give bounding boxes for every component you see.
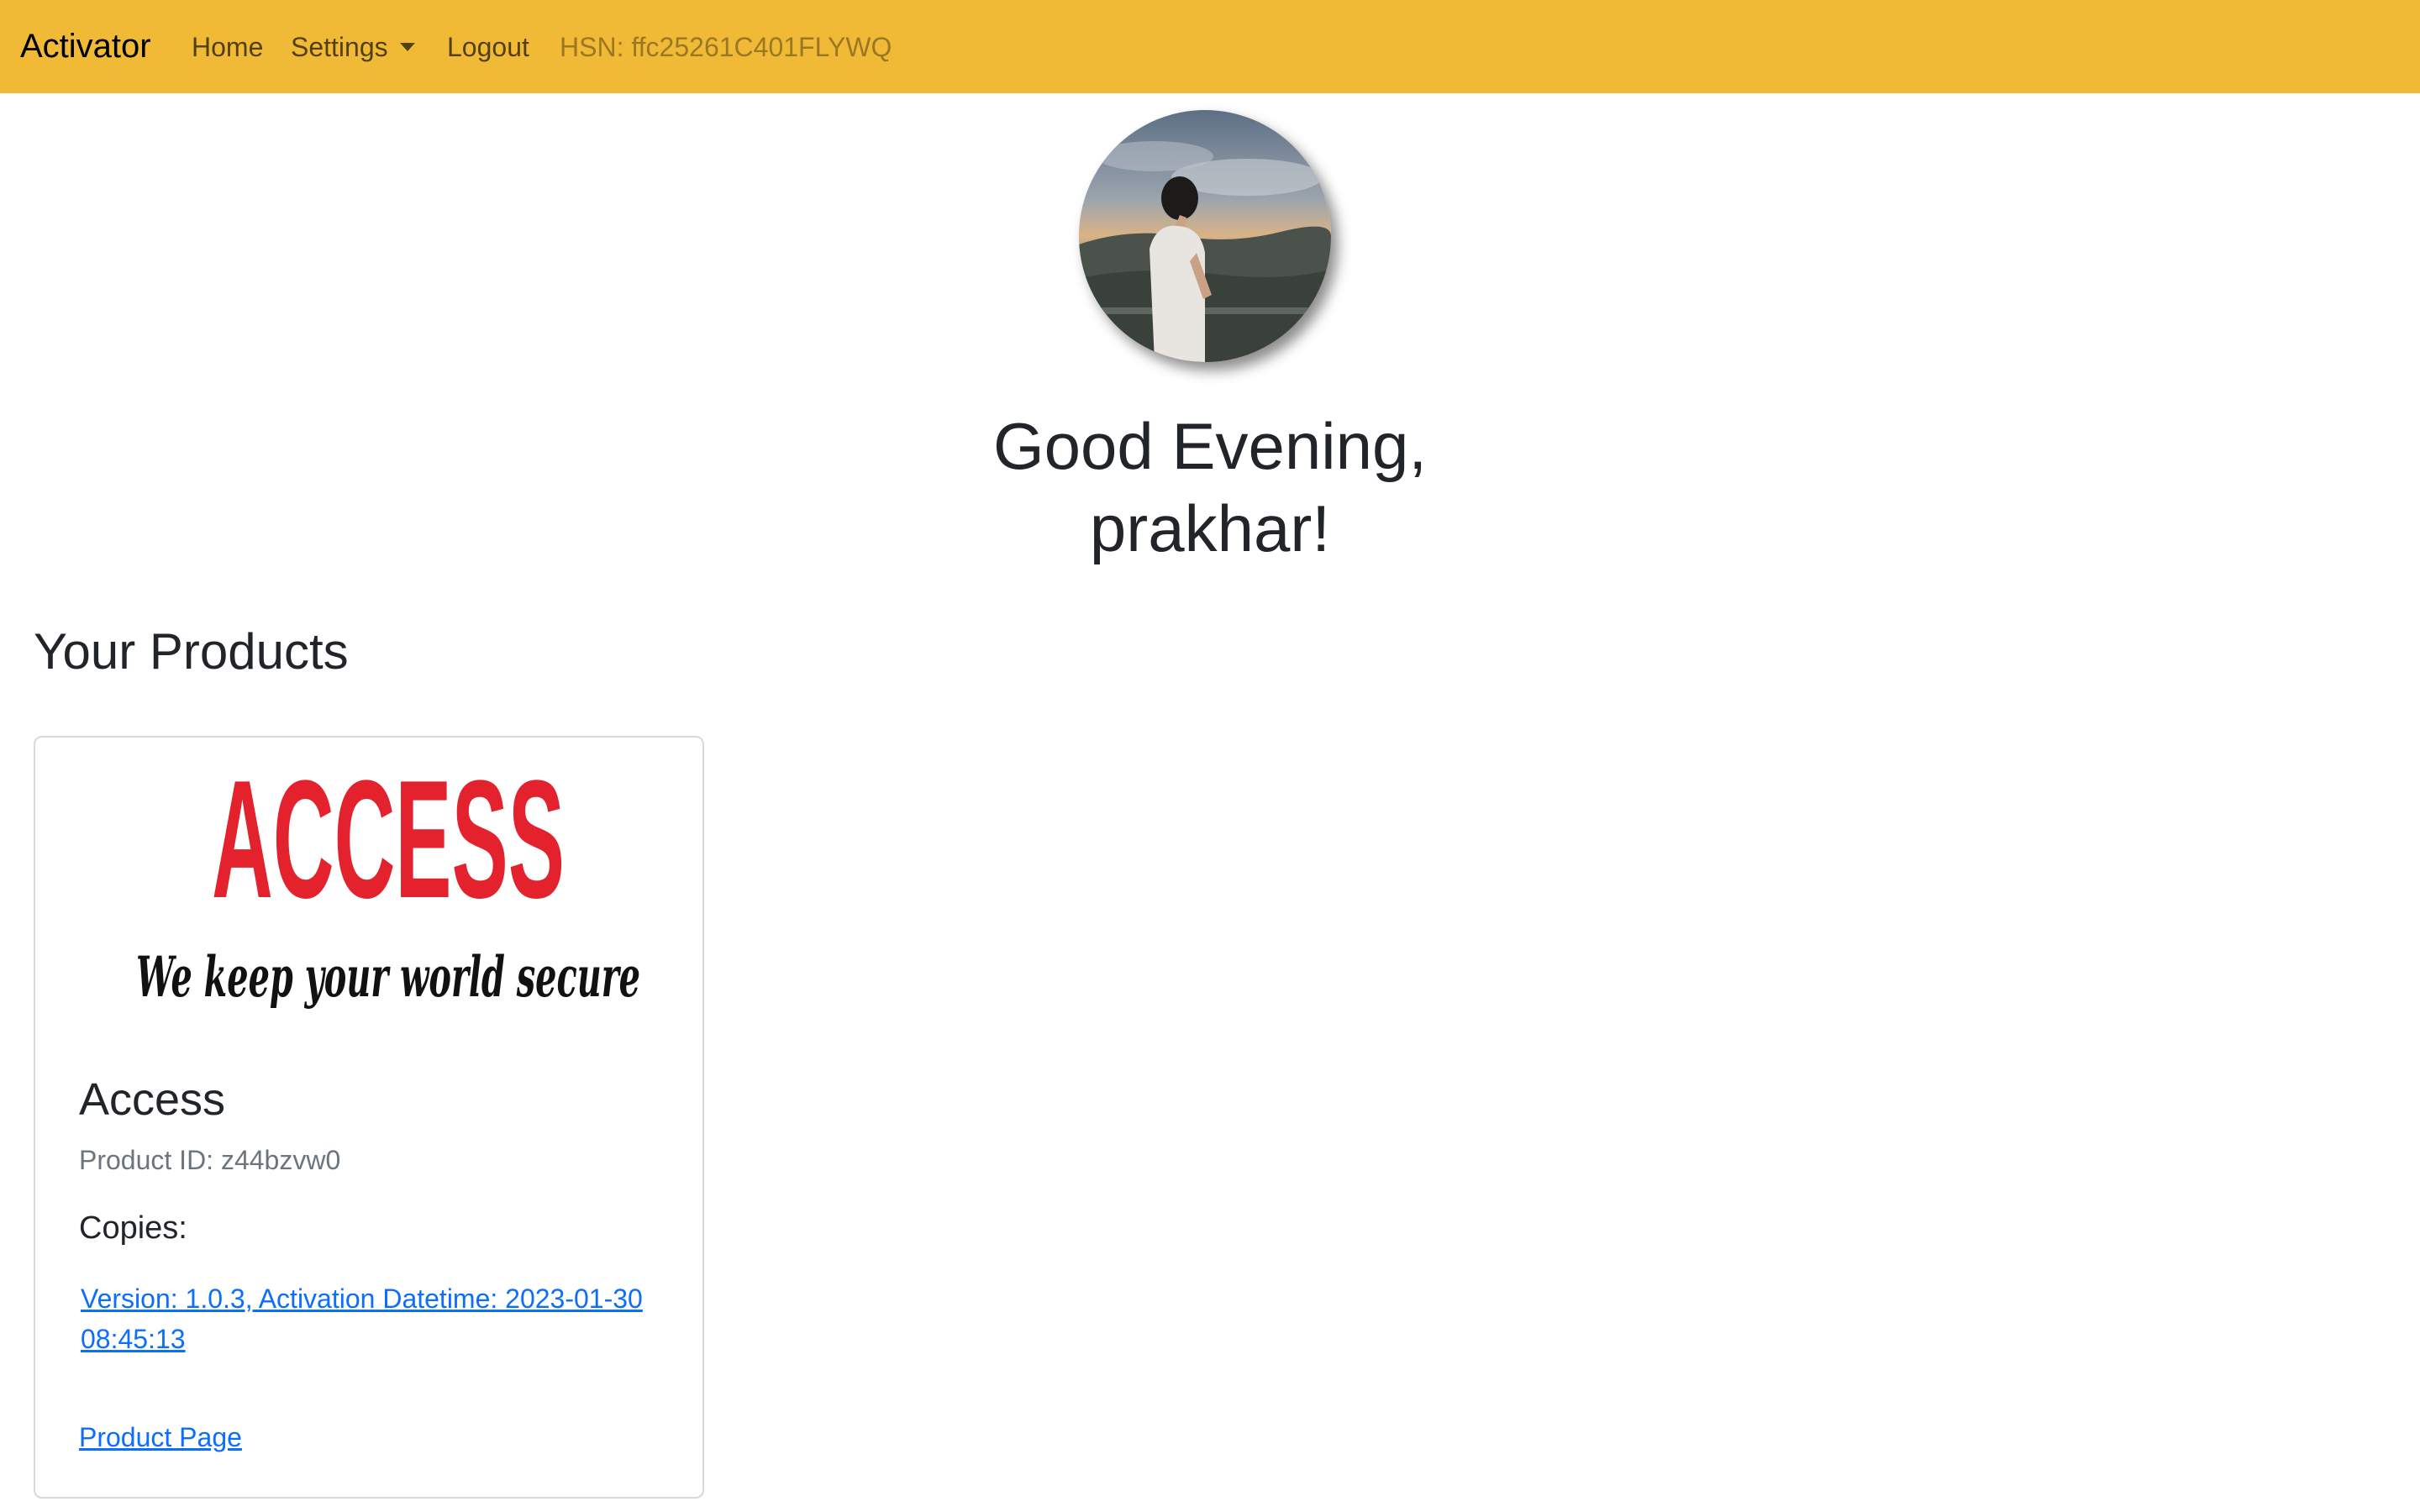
greeting-line-2: prakhar! [1089, 491, 1331, 565]
product-page-link[interactable]: Product Page [79, 1418, 242, 1457]
your-products-heading: Your Products [34, 623, 349, 680]
product-logo-tagline: We keep your world secure [136, 944, 640, 1010]
hsn-label: HSN: ffc25261C401FLYWQ [560, 32, 892, 62]
product-name: Access [79, 1074, 226, 1125]
product-logo-word: ACCESS [212, 771, 565, 933]
nav-settings-dropdown[interactable]: Settings [291, 28, 415, 66]
chevron-down-icon [399, 43, 415, 51]
copy-activation-link[interactable]: Version: 1.0.3, Activation Datetime: 202… [81, 1278, 686, 1359]
copies-label: Copies: [79, 1210, 187, 1246]
product-id: Product ID: z44bzvw0 [79, 1145, 341, 1175]
nav-home-link[interactable]: Home [192, 28, 263, 66]
top-navbar: Activator Home Settings Logout HSN: ffc2… [0, 0, 2420, 93]
greeting-line-1: Good Evening, [992, 409, 1428, 483]
brand-link[interactable]: Activator [20, 22, 151, 71]
nav-logout-link[interactable]: Logout [447, 28, 529, 66]
product-logo-image: ACCESS We keep your world secure [136, 771, 640, 1010]
product-card: ACCESS We keep your world secure Access … [34, 736, 704, 1499]
greeting-heading: Good Evening, prakhar! [0, 405, 2420, 570]
nav-settings-label: Settings [291, 32, 388, 62]
profile-avatar [1079, 110, 1331, 362]
